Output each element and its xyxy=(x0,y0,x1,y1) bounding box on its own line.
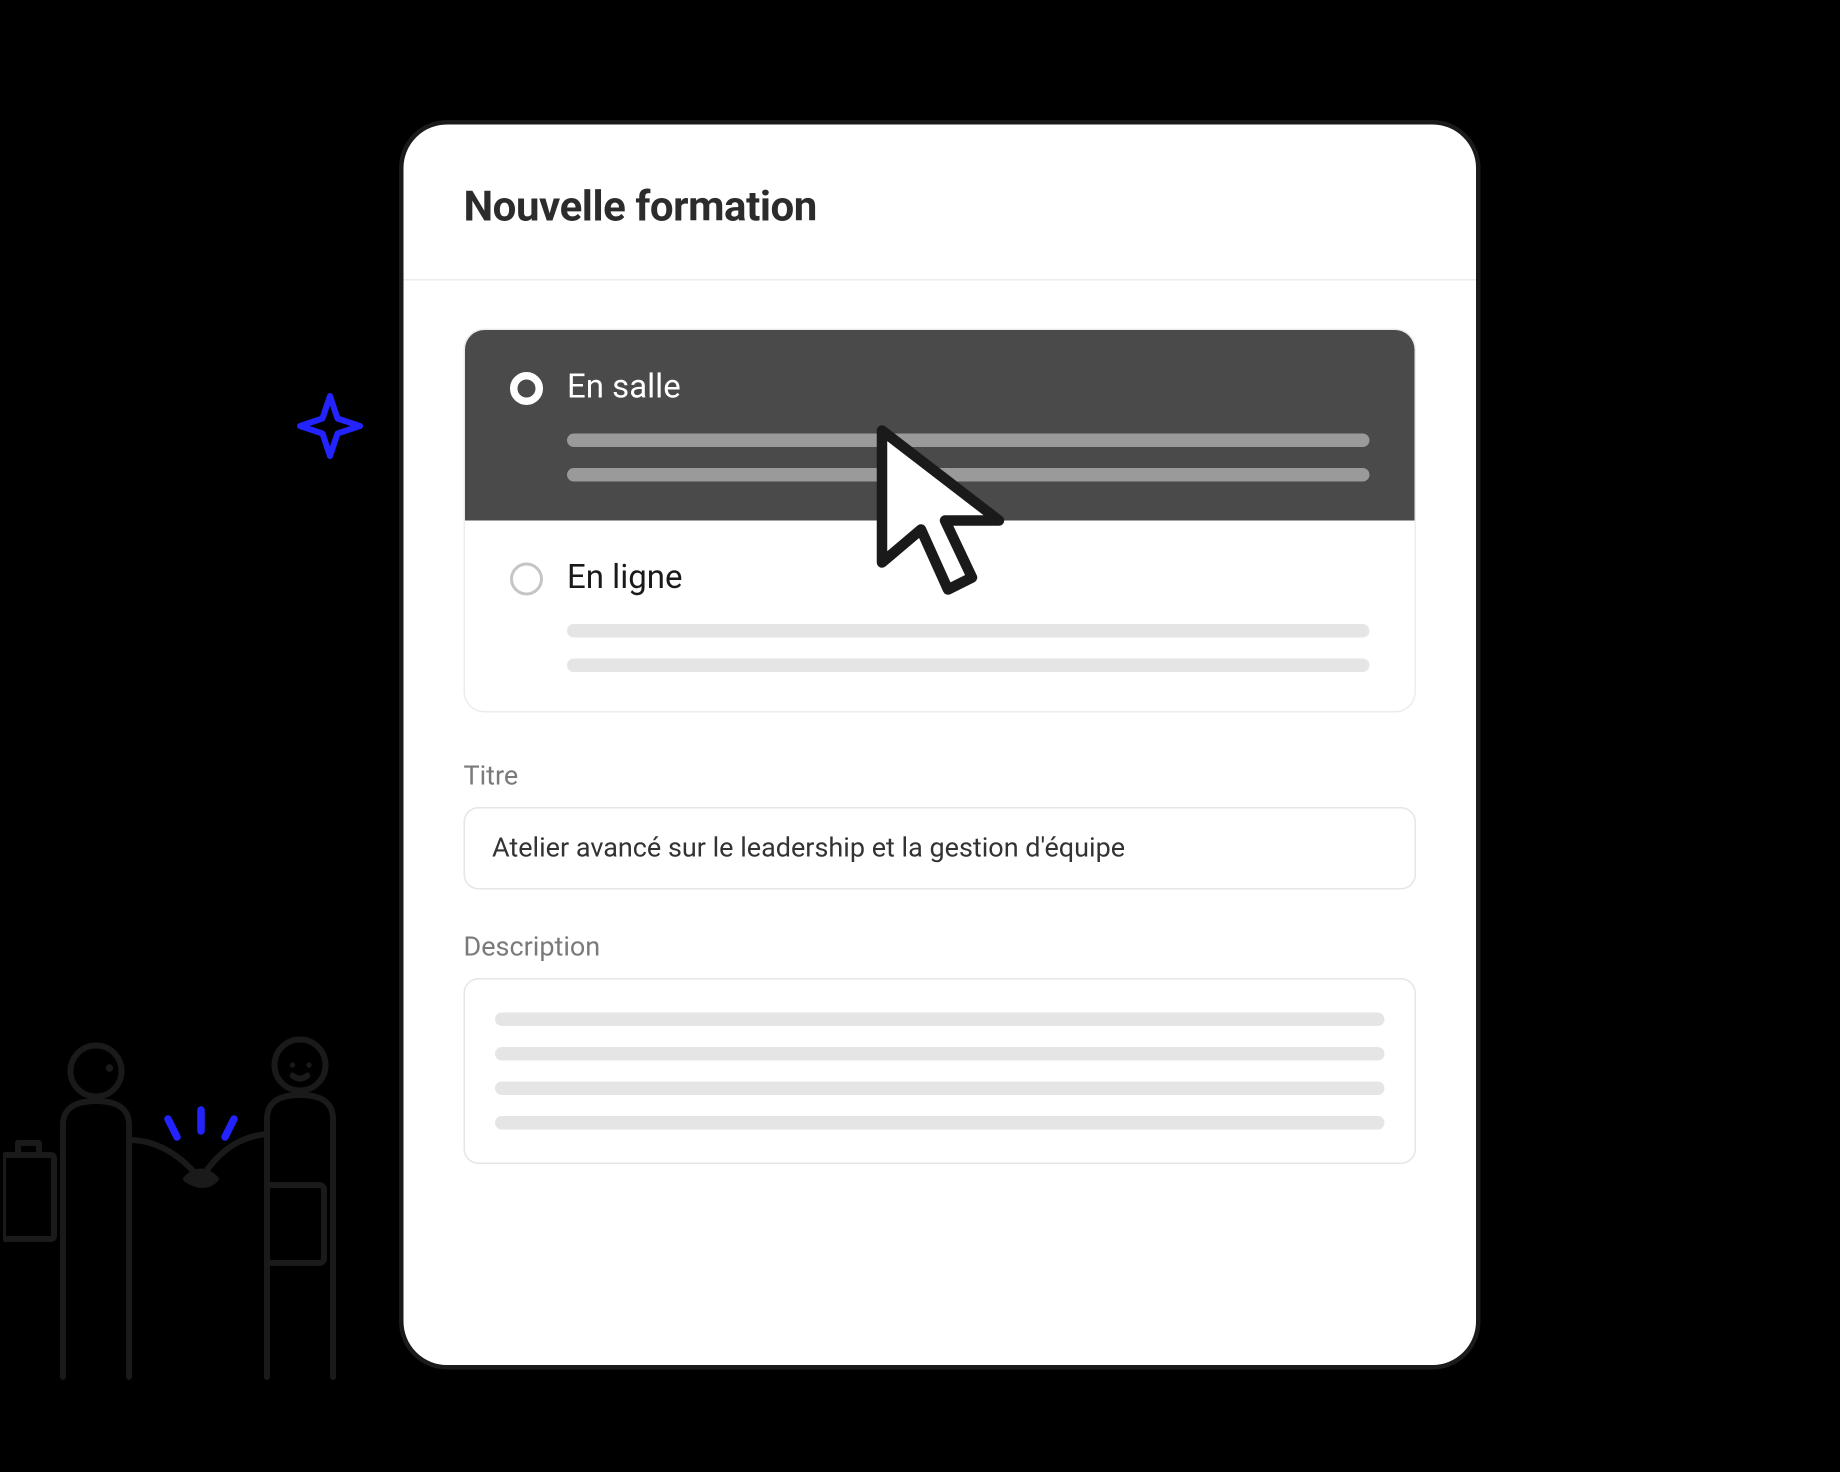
title-field-label: Titre xyxy=(464,761,1417,793)
radio-option-in-person[interactable]: En salle xyxy=(465,330,1415,521)
radio-label: En ligne xyxy=(567,560,682,598)
radio-icon xyxy=(510,371,543,404)
title-input[interactable] xyxy=(464,807,1417,890)
radio-icon xyxy=(510,562,543,595)
option-description-placeholder xyxy=(510,434,1370,482)
sparkle-icon xyxy=(297,393,363,459)
training-type-radio-group: En salle En ligne xyxy=(464,329,1417,713)
option-description-placeholder xyxy=(510,624,1370,672)
new-training-form-card: Nouvelle formation En salle xyxy=(399,120,1481,1370)
description-field-label: Description xyxy=(464,932,1417,964)
description-textarea[interactable] xyxy=(464,978,1417,1164)
handshake-illustration xyxy=(3,1035,369,1380)
card-title: Nouvelle formation xyxy=(464,182,1417,232)
card-header: Nouvelle formation xyxy=(404,125,1477,281)
card-body: En salle En ligne xyxy=(404,281,1477,1165)
radio-label: En salle xyxy=(567,369,681,407)
radio-option-online[interactable]: En ligne xyxy=(465,521,1415,712)
